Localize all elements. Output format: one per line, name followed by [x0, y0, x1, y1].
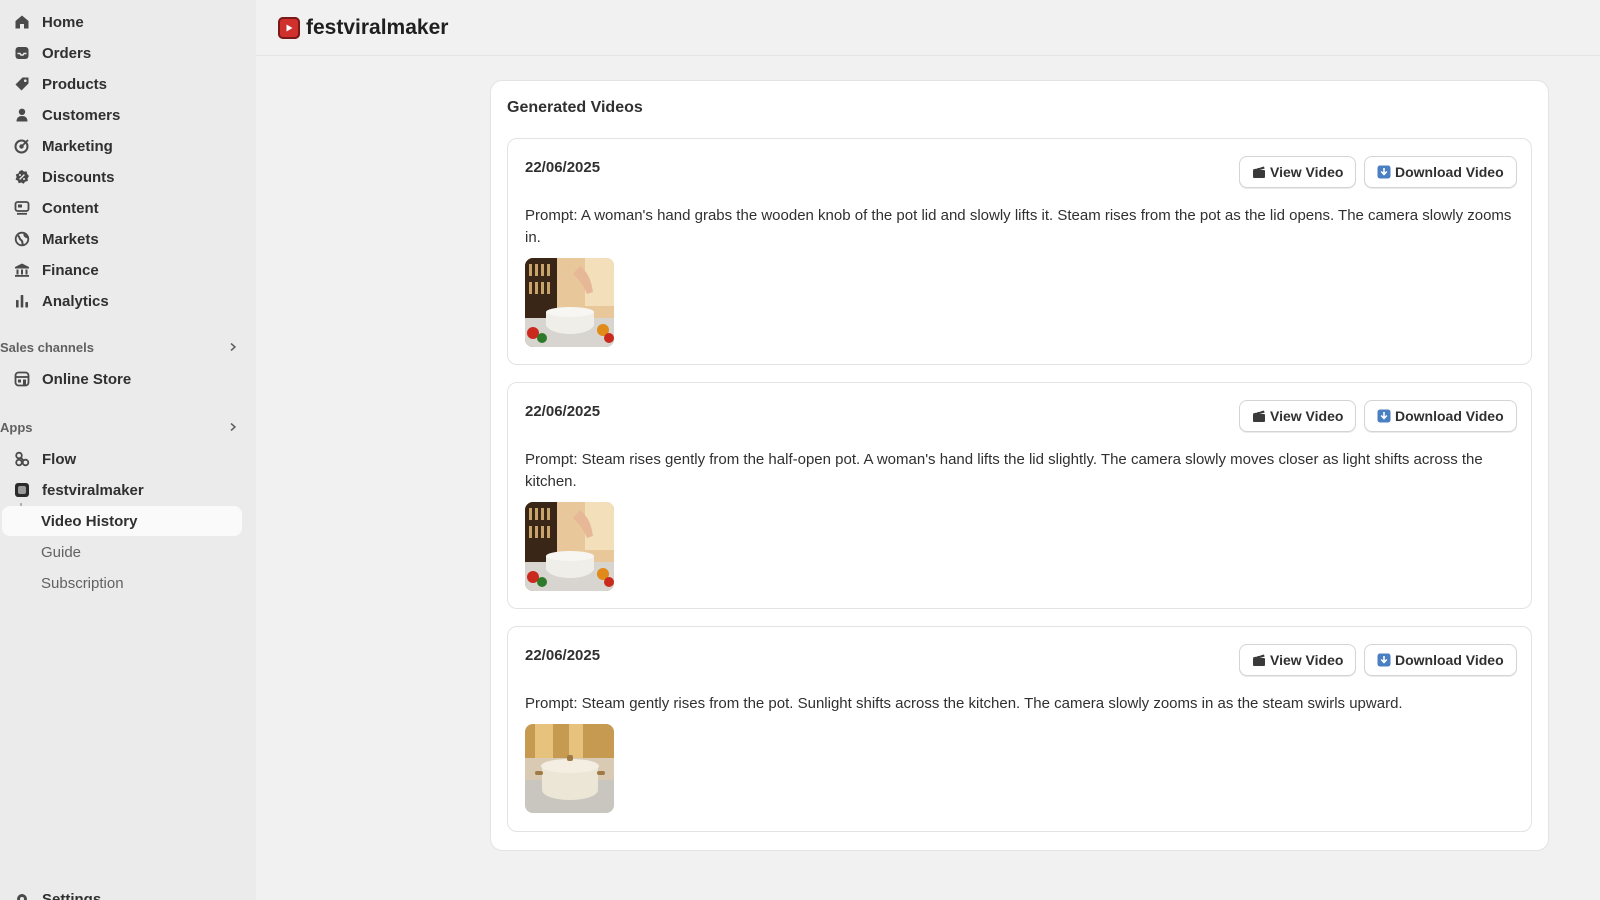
download-video-button[interactable]: Download Video	[1364, 644, 1517, 676]
bank-icon	[11, 259, 33, 281]
video-item: 22/06/2025 View Video Download Video Pro…	[507, 138, 1532, 365]
tag-icon	[11, 73, 33, 95]
download-arrow-icon	[1377, 409, 1391, 423]
sidebar-item-label: Flow	[42, 450, 77, 468]
app-title: festviralmaker	[306, 15, 449, 39]
download-video-button[interactable]: Download Video	[1364, 156, 1517, 188]
sidebar-item-label: Content	[42, 199, 99, 217]
sidebar-item-marketing[interactable]: Marketing	[10, 131, 242, 161]
sidebar-item-label: Guide	[41, 543, 82, 561]
section-title: Sales channels	[0, 339, 94, 355]
bar-chart-icon	[11, 290, 33, 312]
sidebar-item-label: Customers	[42, 106, 121, 124]
section-title: Apps	[0, 419, 33, 435]
sidebar-item-label: Analytics	[42, 292, 109, 310]
app-icon	[11, 479, 33, 501]
sidebar-item-label: Discounts	[42, 168, 115, 186]
sidebar-item-label: Settings	[42, 890, 102, 900]
home-icon	[11, 11, 33, 33]
page-title: Generated Videos	[507, 99, 643, 116]
sidebar-item-flow[interactable]: Flow	[10, 444, 242, 474]
app-logo-icon	[278, 16, 300, 39]
download-video-button[interactable]: Download Video	[1364, 400, 1517, 432]
globe-icon	[11, 228, 33, 250]
sidebar-item-label: Online Store	[42, 370, 132, 388]
video-date: 22/06/2025	[525, 647, 601, 664]
video-item: 22/06/2025 View Video Download Video Pro…	[507, 382, 1532, 609]
video-date: 22/06/2025	[525, 403, 601, 420]
sidebar-item-label: Video History	[41, 512, 138, 530]
download-video-label: Download Video	[1395, 652, 1504, 668]
video-date: 22/06/2025	[525, 159, 601, 176]
sidebar-item-label: festviralmaker	[42, 481, 144, 499]
download-video-label: Download Video	[1395, 164, 1504, 180]
sidebar-item-finance[interactable]: Finance	[10, 255, 242, 285]
video-prompt: Prompt: Steam gently rises from the pot.…	[525, 695, 1403, 712]
target-icon	[11, 135, 33, 157]
sidebar-item-festviralmaker[interactable]: festviralmaker	[10, 475, 242, 505]
clapperboard-icon	[1252, 409, 1266, 423]
view-video-label: View Video	[1270, 652, 1344, 668]
person-icon	[11, 104, 33, 126]
clapperboard-icon	[1252, 165, 1266, 179]
sidebar-item-label: Products	[42, 75, 108, 93]
sidebar-item-label: Orders	[42, 44, 92, 62]
sidebar-item-home[interactable]: Home	[10, 7, 242, 37]
inbox-icon	[11, 42, 33, 64]
app-header: festviralmaker	[256, 0, 1600, 56]
gear-icon	[11, 888, 33, 900]
sidebar-item-products[interactable]: Products	[10, 69, 242, 99]
content-icon	[11, 197, 33, 219]
chevron-right-icon[interactable]	[224, 338, 242, 356]
download-video-label: Download Video	[1395, 408, 1504, 424]
download-arrow-icon	[1377, 165, 1391, 179]
view-video-button[interactable]: View Video	[1239, 644, 1357, 676]
video-thumbnail[interactable]	[525, 258, 614, 347]
video-prompt: Prompt: A woman's hand grabs the wooden …	[525, 207, 1512, 246]
sidebar-item-subscription[interactable]: Subscription	[10, 568, 242, 598]
sidebar-item-label: Home	[42, 13, 84, 31]
video-thumbnail[interactable]	[525, 724, 614, 813]
download-arrow-icon	[1377, 653, 1391, 667]
sidebar-item-customers[interactable]: Customers	[10, 100, 242, 130]
sidebar-item-label: Finance	[42, 261, 99, 279]
view-video-label: View Video	[1270, 164, 1344, 180]
video-prompt: Prompt: Steam rises gently from the half…	[525, 451, 1483, 490]
sidebar-item-video-history[interactable]: Video History	[2, 506, 242, 536]
clapperboard-icon	[1252, 653, 1266, 667]
sidebar-item-label: Marketing	[42, 137, 113, 155]
sales-channels-header: Sales channels	[0, 336, 242, 358]
sidebar-item-label: Subscription	[41, 574, 124, 592]
generated-videos-card: Generated Videos 22/06/2025 View Video D…	[490, 80, 1549, 851]
view-video-button[interactable]: View Video	[1239, 156, 1357, 188]
sidebar-item-label: Markets	[42, 230, 99, 248]
view-video-label: View Video	[1270, 408, 1344, 424]
sidebar-item-settings[interactable]: Settings	[10, 884, 242, 900]
store-icon	[11, 368, 33, 390]
sidebar-item-guide[interactable]: Guide	[10, 537, 242, 567]
view-video-button[interactable]: View Video	[1239, 400, 1357, 432]
chevron-right-icon[interactable]	[224, 418, 242, 436]
sidebar-item-orders[interactable]: Orders	[10, 38, 242, 68]
flow-icon	[11, 448, 33, 470]
sidebar-item-online-store[interactable]: Online Store	[10, 364, 242, 394]
sidebar-item-discounts[interactable]: Discounts	[10, 162, 242, 192]
apps-header: Apps	[0, 416, 242, 438]
sidebar-item-content[interactable]: Content	[10, 193, 242, 223]
video-thumbnail[interactable]	[525, 502, 614, 591]
sidebar-item-markets[interactable]: Markets	[10, 224, 242, 254]
sidebar: Home Orders Products Customers Marketing…	[0, 0, 256, 900]
sidebar-item-analytics[interactable]: Analytics	[10, 286, 242, 316]
video-item: 22/06/2025 View Video Download Video Pro…	[507, 626, 1532, 832]
discount-icon	[11, 166, 33, 188]
